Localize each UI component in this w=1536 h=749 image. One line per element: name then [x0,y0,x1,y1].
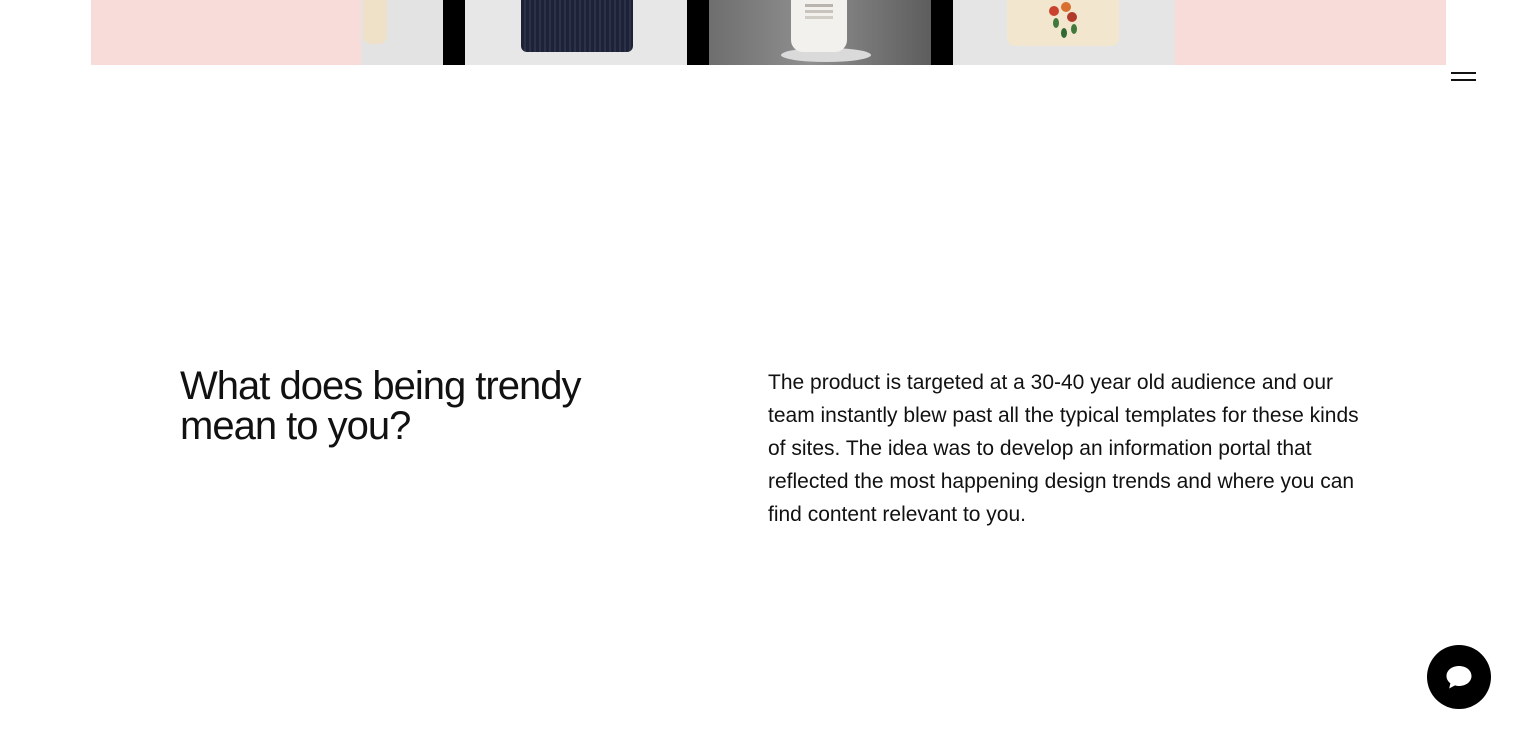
floral-pouch-image [953,0,1175,65]
section-heading: What does being trendy mean to you? [180,364,581,448]
page: What does being trendy mean to you? The … [0,0,1536,749]
chat-bubble-icon [1446,666,1472,689]
lotion-bottle-image [687,0,953,65]
lotion-tube-image [361,0,443,65]
knit-scarf-fringe-image [443,0,687,65]
menu-button[interactable] [1446,64,1482,88]
chat-button[interactable] [1427,645,1491,709]
hero-image-strip [91,0,1446,65]
section-body-text: The product is targeted at a 30-40 year … [768,371,1359,526]
